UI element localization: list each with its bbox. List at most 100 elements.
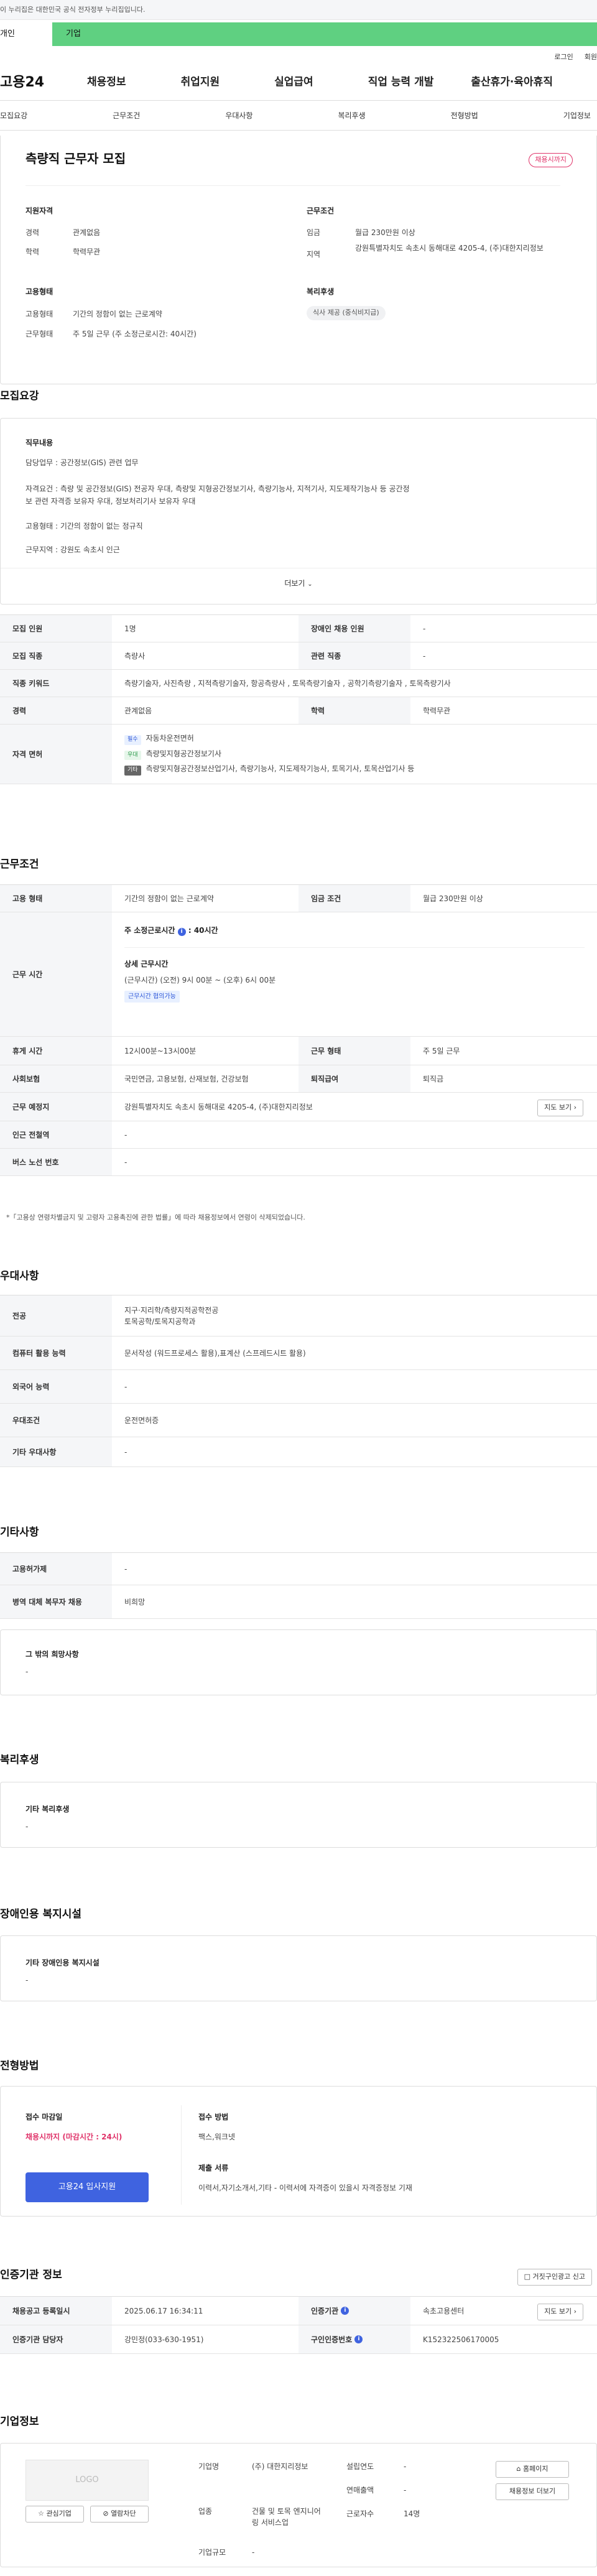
row-key: 외국어 능력 xyxy=(0,1370,112,1403)
major-line: 지구·지리학/측량지적공학전공 xyxy=(124,1305,219,1315)
row-key: 우대조건 xyxy=(0,1404,112,1437)
staff-value: 14명 xyxy=(404,2509,420,2518)
table-row: 기타 우대사항 - xyxy=(0,1437,597,1467)
welfare-card: 기타 복리후생 - xyxy=(0,1782,597,1848)
duty-card: 직무내용 담당업무 : 공간정보(GIS) 관련 업무 자격요건 : 측량 및 … xyxy=(0,418,597,605)
join-link[interactable]: 회원 xyxy=(585,53,597,61)
table-row: 고용 형태 기간의 정함이 없는 근로계약 임금 조건 월급 230만원 이상 xyxy=(0,885,597,912)
login-link[interactable]: 로그인 xyxy=(554,53,573,61)
tab-selection[interactable]: 전형방법 xyxy=(451,110,478,121)
qual-title: 지원자격 xyxy=(25,206,53,215)
weekly-hours-value: : 40시간 xyxy=(188,926,218,935)
work-heading: 근무조건 xyxy=(0,858,39,871)
row-key: 모집 직종 xyxy=(0,642,112,669)
pref-heading: 우대사항 xyxy=(0,1270,39,1282)
row-key: 퇴직급여 xyxy=(298,1065,410,1092)
table-row: 채용공고 등록일시 2025.06.17 16:34:11 인증기관 i 속초고… xyxy=(0,2297,597,2325)
tab-personal[interactable]: 개인 xyxy=(0,22,52,46)
worktype-label: 근무형태 xyxy=(25,330,53,338)
row-key: 관련 직종 xyxy=(298,642,410,669)
global-nav: 고용24 채용정보 취업지원 실업급여 직업 능력 개발 출산휴가·육아휴직 xyxy=(0,65,597,101)
tab-company-info[interactable]: 기업정보 xyxy=(563,110,591,121)
tab-recruit[interactable]: 모집요강 xyxy=(0,110,27,121)
row-value: - xyxy=(423,651,426,660)
block-company-button[interactable]: ⊘ 열람차단 xyxy=(90,2506,149,2523)
cert-map-label: 지도 보기 xyxy=(544,2307,572,2315)
row-key-label: 구인인증번호 xyxy=(311,2335,353,2344)
more-button[interactable]: 더보기 ⌄ xyxy=(1,578,596,589)
duty-title: 직무내용 xyxy=(25,438,53,447)
table-row: 직종 키워드 측량기술자, 사진측량 , 지적측량기술자, 항공측량사 , 토목… xyxy=(0,670,597,697)
chevron-right-icon: › xyxy=(573,1103,576,1111)
company-logo: LOGO xyxy=(25,2460,149,2501)
welfare-card-value: - xyxy=(25,1822,29,1831)
row-value: - xyxy=(124,1564,127,1573)
status-badge: 채용시까지 xyxy=(529,153,573,167)
row-value: 속초고용센터 xyxy=(423,2306,465,2315)
recruit-heading: 모집요강 xyxy=(0,390,39,402)
row-key: 학력 xyxy=(298,697,410,724)
sales-value: - xyxy=(404,2486,407,2495)
license-text: 측량및지형공간정보산업기사, 측량기능사, 지도제작기능사, 토목기사, 토목산… xyxy=(146,764,415,774)
edu-label: 학력 xyxy=(25,248,40,256)
site-logo[interactable]: 고용24 xyxy=(0,72,87,93)
fav-label: 관심기업 xyxy=(46,2509,72,2518)
homepage-button[interactable]: ⌂ 홈페이지 xyxy=(496,2461,569,2478)
table-row: 모집 인원 1명 장애인 채용 인원 - xyxy=(0,615,597,642)
tab-work-conditions[interactable]: 근무조건 xyxy=(113,110,140,121)
table-row: 컴퓨터 활용 능력 문서작성 (워드프로세스 활용),표계산 (스프레드시트 활… xyxy=(0,1337,597,1370)
disabled-card-value: - xyxy=(25,1976,29,1985)
apply-button[interactable]: 고용24 입사지원 xyxy=(25,2172,149,2202)
tab-preferences[interactable]: 우대사항 xyxy=(225,110,252,121)
row-value: - xyxy=(124,1447,127,1457)
report-button[interactable]: □ 거짓구인광고 신고 xyxy=(517,2269,592,2286)
info-icon[interactable]: i xyxy=(354,2335,363,2343)
row-value: 12시00분~13시00분 xyxy=(124,1046,197,1055)
cond-title: 근무조건 xyxy=(307,206,335,215)
tab-company[interactable]: 기업 xyxy=(52,22,597,46)
founded-value: - xyxy=(404,2462,407,2471)
homepage-label: 홈페이지 xyxy=(523,2465,548,2473)
row-key: 직종 키워드 xyxy=(0,670,112,697)
tab-welfare[interactable]: 복리후생 xyxy=(338,110,365,121)
row-value: 국민연금, 고용보험, 산재보험, 건강보험 xyxy=(124,1074,249,1083)
docs-title: 제출 서류 xyxy=(198,2164,229,2172)
row-value: - xyxy=(124,1382,127,1391)
fav-company-button[interactable]: ☆ 관심기업 xyxy=(25,2506,84,2523)
founded-label: 설립연도 xyxy=(346,2462,374,2471)
method-value: 팩스,워크넷 xyxy=(198,2133,236,2141)
report-button-label: 거짓구인광고 신고 xyxy=(532,2273,585,2281)
job-title: 측량직 근무자 모집 xyxy=(25,151,126,166)
row-value: 퇴직금 xyxy=(423,1074,444,1083)
row-value: 강민정(033-630-1951) xyxy=(124,2335,204,2344)
other-wishes-title: 그 밖의 희망사항 xyxy=(25,1650,79,1659)
map-button[interactable]: 지도 보기 › xyxy=(537,1100,583,1116)
gnb-jobs[interactable]: 채용정보 xyxy=(87,75,126,91)
row-value: 측량기술자, 사진측량 , 지적측량기술자, 항공측량사 , 토목측량기술자 ,… xyxy=(124,679,451,688)
row-value: 지구·지리학/측량지적공학전공 토목공학/토목지공학과 xyxy=(112,1295,218,1336)
size-value: - xyxy=(252,2548,255,2557)
gnb-training[interactable]: 직업 능력 개발 xyxy=(368,75,434,91)
star-icon: ☆ xyxy=(38,2509,44,2518)
pref-table: 전공 지구·지리학/측량지적공학전공 토목공학/토목지공학과 컴퓨터 활용 능력 … xyxy=(0,1295,597,1467)
info-icon[interactable]: i xyxy=(177,928,186,936)
block-label: 열람차단 xyxy=(111,2509,136,2518)
row-value: - xyxy=(124,1130,127,1139)
gnb-employment-support[interactable]: 취업지원 xyxy=(181,75,220,91)
gnb-unemployment[interactable]: 실업급여 xyxy=(274,75,313,91)
cert-map-button[interactable]: 지도 보기 › xyxy=(537,2304,583,2320)
staff-label: 근로자수 xyxy=(346,2509,374,2518)
row-value: 기간의 정함이 없는 근로계약 xyxy=(124,894,214,903)
license-list: 필수 자동차운전면허 우대 측량및지형공간정보기사 기타 측량및지형공간정보산업기사,… xyxy=(112,725,414,784)
row-key: 채용공고 등록일시 xyxy=(0,2297,112,2325)
company-heading: 기업정보 xyxy=(0,2416,39,2428)
info-icon[interactable]: i xyxy=(341,2307,349,2315)
license-item: 우대 측량및지형공간정보기사 xyxy=(124,748,221,761)
row-key: 임금 조건 xyxy=(298,885,410,912)
row-value: 문서작성 (워드프로세스 활용),표계산 (스프레드시트 활용) xyxy=(124,1348,306,1358)
license-tag: 우대 xyxy=(124,750,141,761)
company-jobs-button[interactable]: 채용정보 더보기 xyxy=(496,2483,569,2500)
map-button-label: 지도 보기 xyxy=(544,1103,572,1111)
row-key-label: 인증기관 xyxy=(311,2306,339,2315)
gnb-parental-leave[interactable]: 출산휴가·육아휴직 xyxy=(471,75,553,91)
